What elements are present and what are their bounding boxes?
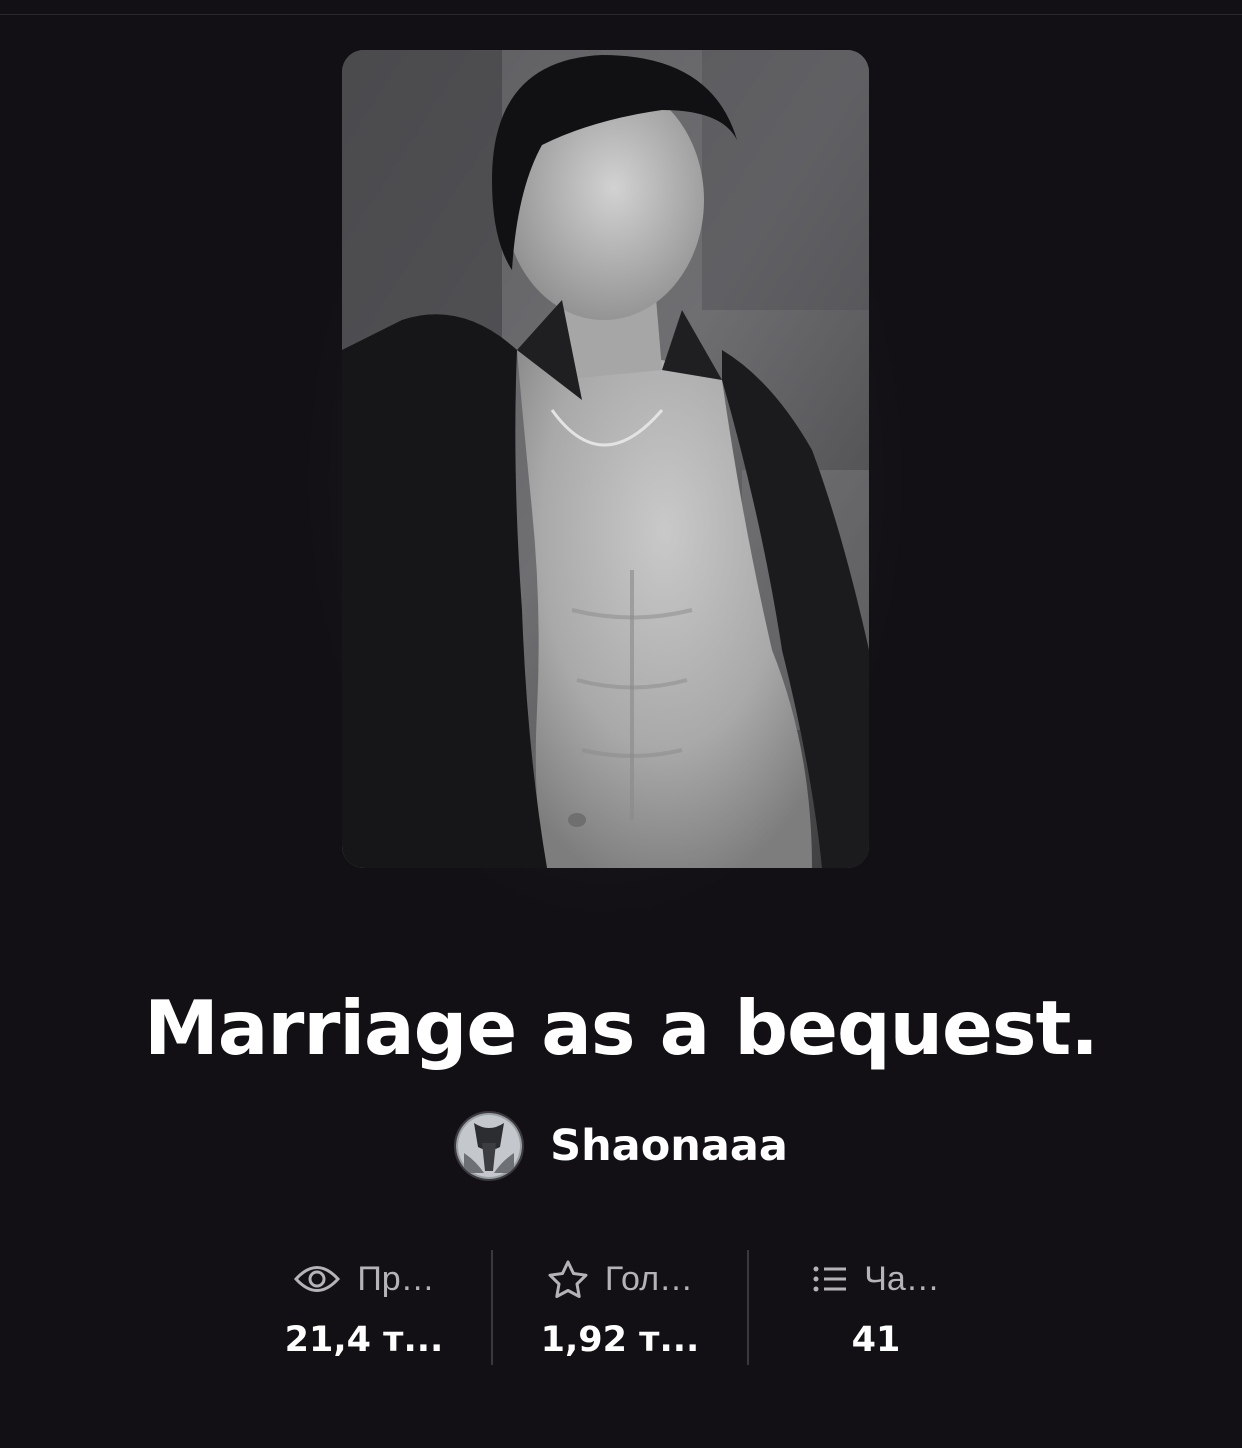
top-divider [0,14,1242,15]
stat-votes-value: 1,92 т... [540,1320,700,1360]
story-title: Marriage as a bequest. [144,984,1099,1072]
stat-reads-label: Пр… [357,1259,435,1298]
stat-reads-value: 21,4 т... [284,1320,444,1360]
stat-parts-label: Ча… [864,1259,940,1298]
stat-parts-value: 41 [851,1320,901,1360]
story-stats: Пр… 21,4 т... Гол… 1,92 т... Ча… 41 [237,1250,1003,1365]
star-icon [547,1259,589,1299]
author-name[interactable]: Shaonaaa [550,1121,788,1171]
eye-icon [293,1262,341,1296]
stat-parts: Ча… 41 [747,1250,1003,1365]
stat-reads: Пр… 21,4 т... [237,1250,491,1365]
story-cover-image[interactable] [342,50,869,868]
stat-votes-label: Гол… [604,1259,694,1298]
author-avatar[interactable] [454,1111,525,1181]
list-icon [812,1264,848,1294]
author-row[interactable]: Shaonaaa [0,1110,1242,1182]
stat-votes: Гол… 1,92 т... [491,1250,747,1365]
